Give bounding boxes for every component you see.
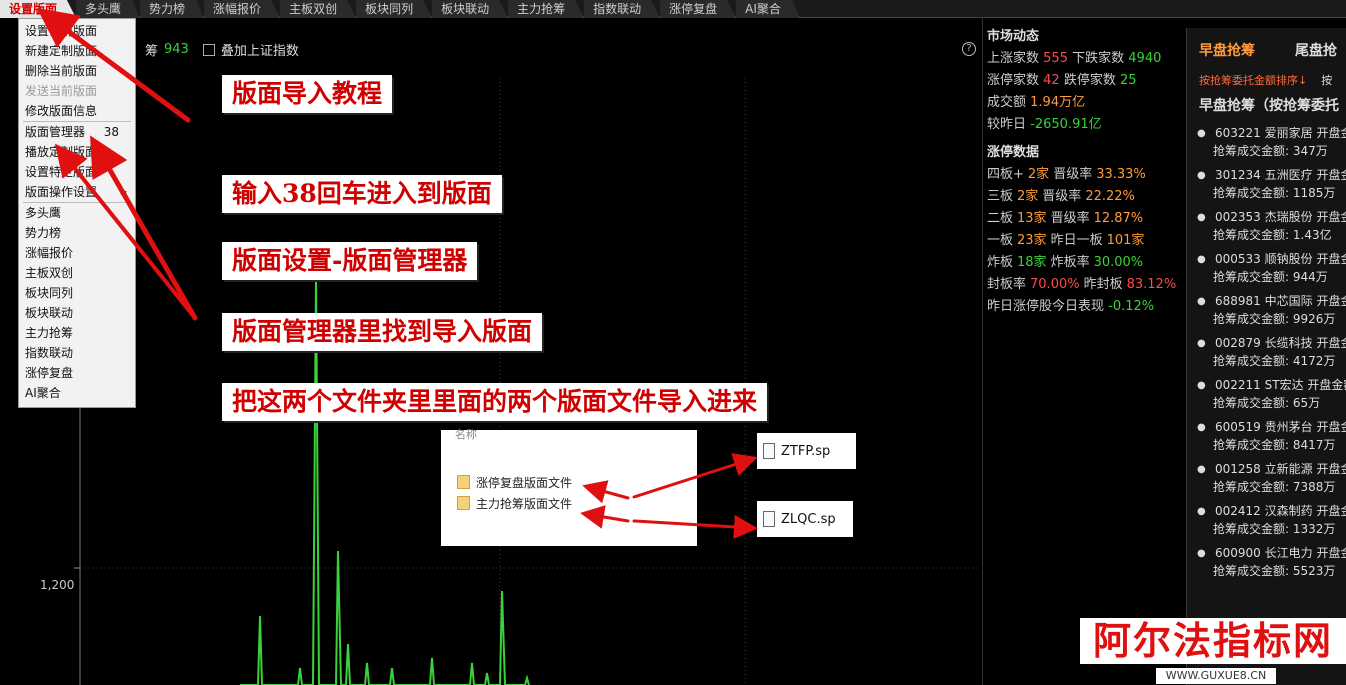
- arrow: [580, 505, 630, 529]
- arrow-overlay: [36, 8, 758, 539]
- arrow: [90, 135, 198, 321]
- watermark: 阿尔法指标网 WWW.GUXUE8.CN: [1080, 618, 1346, 685]
- arrow: [54, 143, 197, 320]
- arrow: [582, 480, 630, 504]
- watermark-url: WWW.GUXUE8.CN: [1156, 668, 1276, 684]
- arrow: [36, 8, 191, 123]
- watermark-title: 阿尔法指标网: [1080, 618, 1346, 664]
- arrow: [632, 514, 758, 539]
- arrow: [632, 453, 758, 499]
